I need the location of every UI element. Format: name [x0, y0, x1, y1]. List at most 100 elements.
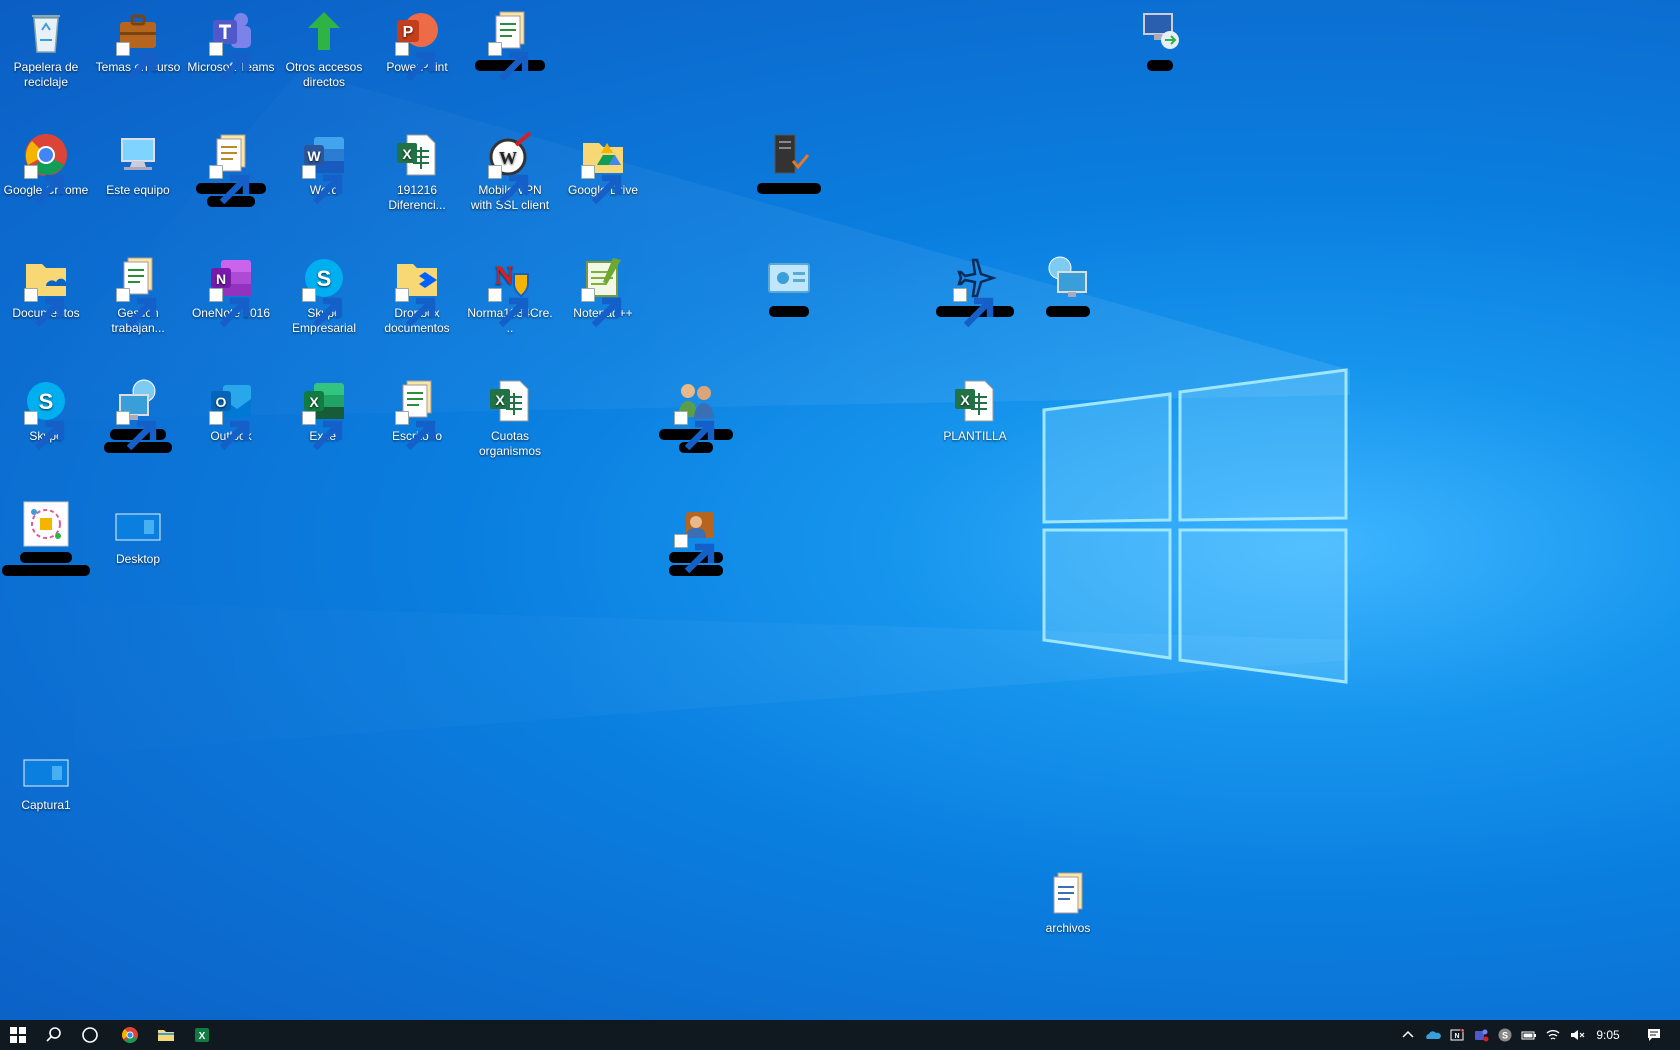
- svg-text:S: S: [317, 266, 332, 291]
- desktop-icon-powerpoint[interactable]: P PowerPoint: [371, 8, 463, 82]
- desktop-icon-redacted-10[interactable]: [650, 500, 742, 576]
- cortana-icon: [82, 1027, 98, 1043]
- tray-volume[interactable]: [1566, 1020, 1588, 1050]
- desktop-icon-onenote[interactable]: N OneNote 2016: [185, 254, 277, 328]
- desktop-icon-excel-191216[interactable]: X 191216 Diferenci...: [371, 131, 463, 213]
- desktop-icon-dropbox[interactable]: Dropbox documentos: [371, 254, 463, 336]
- desktop-icon-label: Desktop: [115, 552, 161, 566]
- svg-text:S: S: [1502, 1031, 1508, 1041]
- svg-text:N: N: [216, 271, 226, 287]
- desktop-icon-documentos[interactable]: Documentos: [0, 254, 92, 328]
- desktop-icon-redacted-6[interactable]: [1022, 254, 1114, 317]
- start-button[interactable]: [0, 1020, 36, 1050]
- desktop-icon-captura1[interactable]: Captura1: [0, 746, 92, 813]
- excel-icon: X: [195, 1028, 209, 1042]
- desktop-icon-redacted-8[interactable]: [650, 377, 742, 453]
- desktop-icon-mobile-vpn[interactable]: W Mobile VPN with SSL client: [464, 131, 556, 213]
- excel-icon: X: [300, 377, 348, 451]
- desktop-icon-outlook[interactable]: O Outlook: [185, 377, 277, 451]
- desktop-icon-redacted-9[interactable]: [0, 500, 92, 576]
- tray-onedrive[interactable]: [1422, 1020, 1444, 1050]
- tray-teams[interactable]: [1470, 1020, 1492, 1050]
- desktop-icon-word[interactable]: W Word: [278, 131, 370, 205]
- desktop-icon-este-equipo[interactable]: Este equipo: [92, 131, 184, 198]
- action-center-button[interactable]: [1636, 1020, 1672, 1050]
- desktop-icon-escritorio[interactable]: Escritorio: [371, 377, 463, 451]
- taskbar-excel[interactable]: X: [184, 1020, 220, 1050]
- svg-text:N: N: [495, 261, 514, 290]
- svg-text:X: X: [495, 392, 505, 408]
- shortcut-arrow-icon: [581, 288, 622, 328]
- shortcut-arrow-icon: [116, 411, 157, 451]
- tray-show-hidden[interactable]: [1398, 1020, 1418, 1050]
- powerpoint-icon: P: [393, 8, 441, 82]
- svg-text:N: N: [1454, 1033, 1459, 1040]
- shortcut-arrow-icon: [302, 288, 343, 328]
- file-stack-icon: [114, 254, 162, 328]
- svg-text:W: W: [307, 148, 321, 164]
- folder-icon: [158, 1030, 174, 1041]
- skype-icon: S: [22, 377, 70, 451]
- search-button[interactable]: [36, 1020, 72, 1050]
- tray-wifi[interactable]: [1542, 1020, 1564, 1050]
- desktop-icon-microsoft-teams[interactable]: Microsoft Teams: [185, 8, 277, 82]
- skype-icon: S: [1498, 1028, 1512, 1042]
- taskbar-clock[interactable]: 9:05: [1590, 1020, 1626, 1050]
- desktop-icon-label: Captura1: [21, 798, 71, 812]
- control-panel-icon: [765, 254, 813, 302]
- desktop-icon-redacted-2[interactable]: [185, 131, 277, 207]
- desktop-icon-recycle-bin[interactable]: Papelera de reciclaje: [0, 8, 92, 90]
- network-icon: [114, 377, 162, 451]
- briefcase-person-icon: [672, 500, 720, 574]
- desktop-icon-cuotas[interactable]: X Cuotas organismos: [464, 377, 556, 459]
- shortcut-arrow-icon: [24, 165, 65, 205]
- shortcut-arrow-icon: [488, 42, 529, 82]
- desktop-icon-archivos[interactable]: archivos: [1022, 869, 1114, 936]
- cortana-button[interactable]: [72, 1020, 108, 1050]
- shortcut-arrow-icon: [209, 411, 250, 451]
- tray-skype[interactable]: S: [1494, 1020, 1516, 1050]
- shortcut-arrow-icon: [488, 165, 529, 205]
- remote-desktop-icon: [1136, 8, 1184, 56]
- desktop-icon-redacted-7[interactable]: [92, 377, 184, 453]
- folder-icon: [22, 254, 70, 328]
- desktop-icon-redacted-4[interactable]: [743, 254, 835, 317]
- desktop-icon-redacted-1[interactable]: [464, 8, 556, 82]
- desktop-icon-redacted-3[interactable]: [743, 131, 835, 194]
- shortcut-arrow-icon: [953, 288, 994, 328]
- desktop-icon-label: PLANTILLA: [943, 429, 1007, 443]
- desktop-icon-remote-desktop[interactable]: [1114, 8, 1206, 71]
- desktop-icon-google-drive[interactable]: Google Drive: [557, 131, 649, 205]
- desktop-icon-otros-accesos[interactable]: Otros accesos directos: [278, 8, 370, 90]
- shortcut-arrow-icon: [209, 42, 250, 82]
- desktop-icon-skype[interactable]: S Skype: [0, 377, 92, 451]
- search-icon: [46, 1027, 61, 1042]
- shortcut-arrow-icon: [395, 42, 436, 82]
- desktop-icon-desktop[interactable]: Desktop: [92, 500, 184, 567]
- taskbar-file-explorer[interactable]: [148, 1020, 184, 1050]
- desktop-icon-google-chrome[interactable]: Google Chrome: [0, 131, 92, 205]
- vpn-icon: W: [486, 131, 534, 205]
- desktop-icon-excel[interactable]: X Excel: [278, 377, 370, 451]
- desktop-icon-plantilla[interactable]: X PLANTILLA: [929, 377, 1021, 444]
- diagram-image-icon: [22, 500, 70, 548]
- tray-battery[interactable]: [1518, 1020, 1540, 1050]
- desktop-icon-notepad-plus[interactable]: Notepad++: [557, 254, 649, 328]
- shortcut-arrow-icon: [209, 288, 250, 328]
- desktop-icon-temas-en-curso[interactable]: Temas en curso: [92, 8, 184, 82]
- taskbar-chrome[interactable]: [112, 1020, 148, 1050]
- desktop-icon-gestion[interactable]: Gestión trabajan...: [92, 254, 184, 336]
- desktop-icon-skype-empresarial[interactable]: S Skype Empresarial: [278, 254, 370, 336]
- svg-text:X: X: [402, 146, 412, 162]
- google-drive-icon: [579, 131, 627, 205]
- airplane-icon: [951, 254, 999, 328]
- desktop-icon-redacted-5[interactable]: [929, 254, 1021, 328]
- tray-notes[interactable]: N: [1446, 1020, 1468, 1050]
- briefcase-icon: [114, 8, 162, 82]
- desktop-icon-label: Papelera de reciclaje: [13, 60, 79, 89]
- desktop-icon-norma[interactable]: N Norma1934Cre...: [464, 254, 556, 336]
- start-icon: [10, 1027, 26, 1043]
- shortcut-arrow-icon: [395, 288, 436, 328]
- shortcut-arrow-icon: [674, 411, 715, 451]
- notification-icon: [1648, 1029, 1660, 1041]
